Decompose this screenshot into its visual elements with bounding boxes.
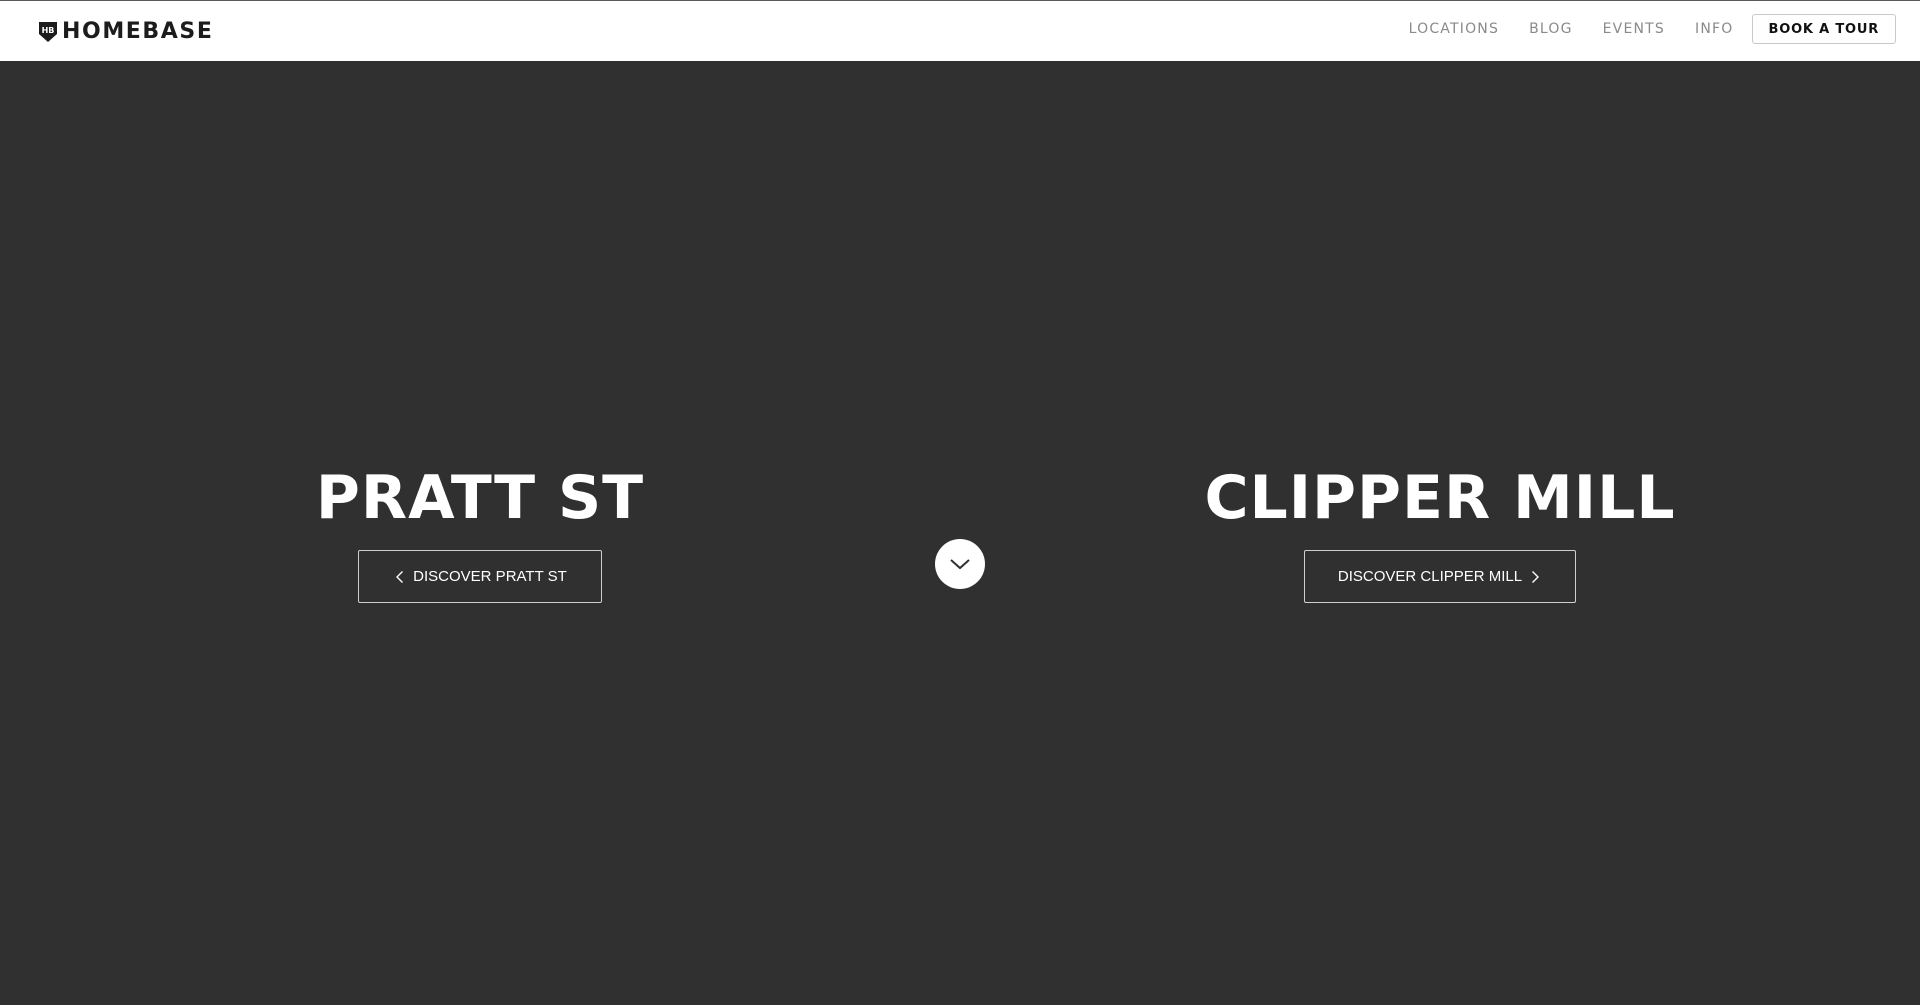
- scroll-down-button[interactable]: [935, 539, 985, 589]
- discover-clipper-mill-label: DISCOVER CLIPPER MILL: [1337, 568, 1523, 585]
- site-header: HB HOMEBASE LOCATIONS BLOG EVENTS INFO B…: [0, 1, 1920, 61]
- logo-link[interactable]: HB HOMEBASE: [38, 20, 214, 44]
- location-pratt-st: PRATT ST DISCOVER PRATT ST: [280, 463, 680, 603]
- logo-text: HOMEBASE: [62, 19, 214, 44]
- chevron-right-icon: [1528, 570, 1542, 584]
- main-nav: LOCATIONS BLOG EVENTS INFO BOOK A TOUR: [1409, 12, 1896, 46]
- location-title-pratt-st: PRATT ST: [315, 463, 645, 533]
- discover-pratt-st-label: DISCOVER PRATT ST: [413, 568, 567, 585]
- nav-info[interactable]: INFO: [1695, 12, 1733, 46]
- location-title-clipper-mill: CLIPPER MILL: [1204, 463, 1676, 533]
- discover-pratt-st-button[interactable]: DISCOVER PRATT ST: [358, 550, 602, 603]
- chevron-left-icon: [393, 570, 407, 584]
- book-a-tour-button[interactable]: BOOK A TOUR: [1751, 14, 1896, 44]
- svg-text:HB: HB: [42, 26, 55, 35]
- nav-blog[interactable]: BLOG: [1529, 12, 1573, 46]
- nav-locations[interactable]: LOCATIONS: [1409, 12, 1499, 46]
- location-clipper-mill: CLIPPER MILL DISCOVER CLIPPER MILL: [1140, 463, 1740, 603]
- chevron-down-icon: [950, 559, 970, 570]
- hero-section: PRATT ST DISCOVER PRATT ST CLIPPER MILL …: [0, 61, 1920, 1005]
- nav-events[interactable]: EVENTS: [1603, 12, 1665, 46]
- homebase-logo-icon: HB: [39, 22, 57, 42]
- discover-clipper-mill-button[interactable]: DISCOVER CLIPPER MILL: [1304, 550, 1576, 603]
